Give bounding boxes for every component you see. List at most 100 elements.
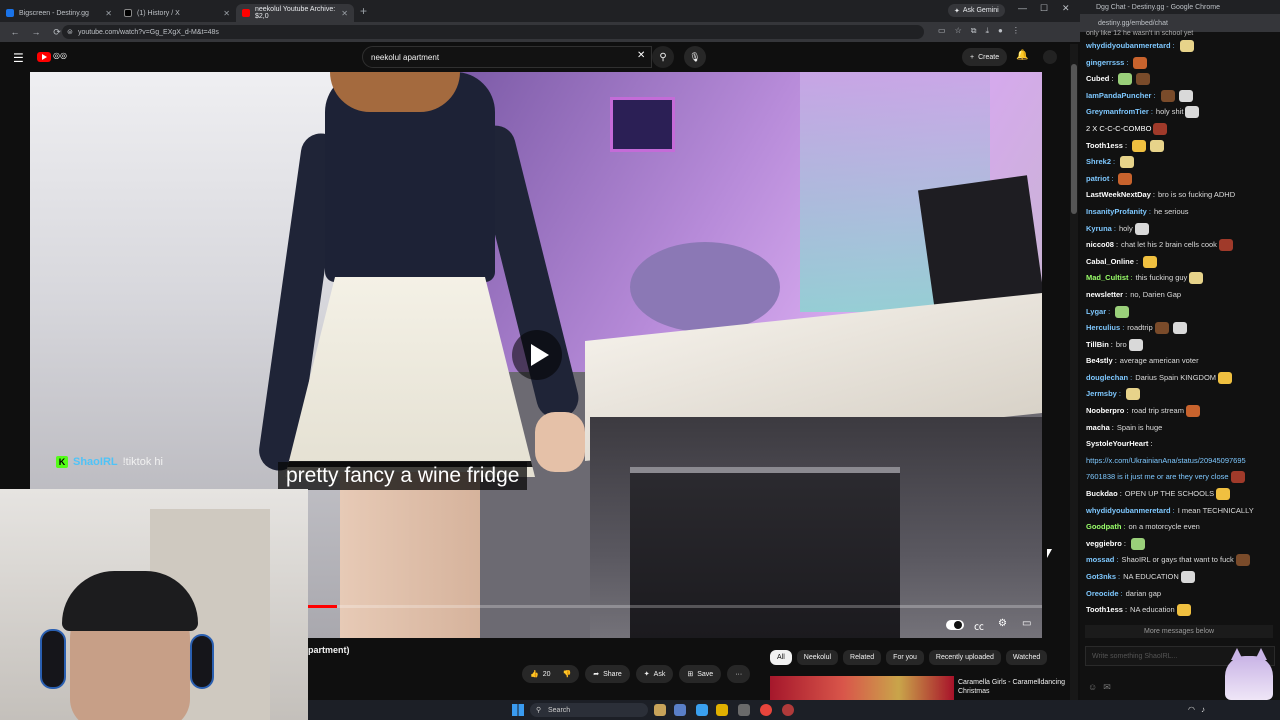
chat-username[interactable]: whydidyoubanmeretard (1086, 506, 1171, 515)
taskbar-app-icon[interactable] (654, 704, 666, 716)
chat-username[interactable]: Shrek2 (1086, 157, 1111, 166)
chat-username[interactable]: Kyruna (1086, 224, 1112, 233)
scrollbar-thumb[interactable] (1071, 64, 1077, 214)
chip-neekolul[interactable]: Neekolul (796, 650, 839, 665)
chat-username[interactable]: GreymanfromTier (1086, 107, 1149, 116)
profile-icon[interactable]: ● (998, 26, 1003, 36)
settings-gear-icon[interactable]: ⚙ (998, 618, 1007, 629)
url-field[interactable]: ⊜ youtube.com/watch?v=Gg_EXgX_d-M&t=48s (62, 25, 924, 39)
menu-kebab-icon[interactable]: ⋮ (1012, 26, 1020, 36)
chat-username[interactable]: Be4stly (1086, 356, 1113, 365)
windows-start-icon[interactable] (512, 704, 524, 716)
chat-username[interactable]: Buckdao (1086, 489, 1118, 498)
whisper-icon[interactable]: ✉ (1103, 682, 1111, 693)
extensions-icon[interactable]: ⧉ (971, 26, 977, 36)
ask-gemini-button[interactable]: ✦ Ask Gemini (948, 4, 1005, 17)
progress-bar[interactable] (308, 605, 1042, 608)
obs-icon[interactable] (782, 704, 794, 716)
close-tab-icon[interactable]: ✕ (341, 9, 348, 18)
search-query: neekolul apartment (371, 52, 440, 62)
edge-icon[interactable] (696, 704, 708, 716)
more-messages-button[interactable]: More messages below (1085, 625, 1273, 638)
close-tab-icon[interactable]: ✕ (223, 9, 230, 18)
chat-username[interactable]: Jermsby (1086, 389, 1117, 398)
recommendation-title[interactable]: Caramella Girls - Caramelldancing Christ… (958, 678, 1068, 696)
chat-username[interactable]: Mad_Cultist (1086, 273, 1129, 282)
chat-username[interactable]: macha (1086, 423, 1110, 432)
wifi-icon[interactable]: ◠ (1188, 705, 1195, 714)
chat-username[interactable]: Oreocide (1086, 589, 1119, 598)
site-info-icon[interactable]: ⊜ (67, 28, 73, 36)
chat-username[interactable]: Cubed (1086, 74, 1109, 83)
chip-watched[interactable]: Watched (1005, 650, 1048, 665)
chip-recently-uploaded[interactable]: Recently uploaded (928, 650, 1001, 665)
chat-username[interactable]: Tooth1ess (1086, 141, 1123, 150)
search-input[interactable]: neekolul apartment (362, 46, 652, 68)
chat-username[interactable]: Tooth1ess (1086, 605, 1123, 614)
downloads-icon[interactable]: ⤓ (985, 26, 989, 36)
close-tab-icon[interactable]: ✕ (105, 9, 112, 18)
tab-bigscreen[interactable]: Bigscreen - Destiny.gg ✕ (0, 4, 118, 22)
chip-all[interactable]: All (770, 650, 792, 665)
theater-mode-icon[interactable]: ▭ (1022, 618, 1031, 629)
like-dislike-button[interactable]: 👍 20 👎 (522, 665, 580, 683)
chat-username[interactable]: patriot (1086, 174, 1109, 183)
chat-username[interactable]: Herculius (1086, 323, 1120, 332)
new-tab-button[interactable]: + (360, 4, 367, 18)
tab-history-x[interactable]: (1) History / X ✕ (118, 4, 236, 22)
chat-username[interactable]: newsletter (1086, 290, 1123, 299)
notifications-bell-icon[interactable]: 🔔 (1016, 50, 1028, 61)
chat-username[interactable]: nicco08 (1086, 240, 1114, 249)
chat-text[interactable]: https://x.com/UkrainianAna/status/209450… (1086, 456, 1246, 465)
chat-username[interactable]: IamPandaPuncher (1086, 91, 1151, 100)
page-scrollbar[interactable] (1070, 44, 1078, 700)
recommendation-thumbnail[interactable] (770, 676, 954, 700)
back-arrow-icon[interactable]: ← (9, 27, 21, 37)
share-button[interactable]: ➦ Share (585, 665, 630, 683)
hamburger-menu-icon[interactable]: ☰ (13, 51, 24, 65)
subtitles-icon[interactable]: ㏄ (974, 618, 984, 633)
chat-username[interactable]: whydidyoubanmeretard (1086, 41, 1171, 50)
search-button[interactable]: ⚲ (652, 46, 674, 68)
chat-username[interactable]: veggiebro (1086, 539, 1122, 548)
chip-related[interactable]: Related (843, 650, 882, 665)
tab-youtube[interactable]: neekolul Youtube Archive: $2,0 ✕ (236, 4, 354, 22)
chat-username[interactable]: Goodpath (1086, 522, 1121, 531)
avatar[interactable] (1043, 50, 1057, 64)
forward-arrow-icon[interactable]: → (30, 27, 42, 37)
chat-username[interactable]: TillBin (1086, 340, 1109, 349)
chat-username[interactable]: Cabal_Online (1086, 257, 1134, 266)
cast-icon[interactable]: ▭ (938, 26, 946, 36)
save-button[interactable]: ⊞ Save (679, 665, 722, 683)
chat-username[interactable]: LastWeekNextDay (1086, 190, 1151, 199)
create-button[interactable]: + Create (962, 48, 1008, 66)
clear-search-icon[interactable]: ✕ (637, 50, 645, 61)
chat-username[interactable]: mossad (1086, 555, 1114, 564)
chrome-icon[interactable] (760, 704, 772, 716)
taskbar-search[interactable]: ⚲ Search (530, 703, 648, 717)
store-icon[interactable] (738, 704, 750, 716)
chat-username[interactable]: InsanityProfanity (1086, 207, 1147, 216)
thumbs-down-icon[interactable]: 👎 (563, 670, 572, 678)
ask-button[interactable]: ✦ Ask (635, 665, 674, 683)
task-view-icon[interactable] (674, 704, 686, 716)
file-explorer-icon[interactable] (716, 704, 728, 716)
chat-username[interactable]: Lygar (1086, 307, 1106, 316)
voice-search-button[interactable]: 🎙 (684, 46, 706, 68)
minimize-icon[interactable]: — (1018, 3, 1027, 13)
autoplay-toggle[interactable] (946, 620, 964, 630)
close-window-icon[interactable]: ✕ (1062, 3, 1070, 14)
chat-username[interactable]: SystoleYourHeart (1086, 439, 1148, 448)
more-actions-button[interactable]: ··· (727, 665, 751, 683)
maximize-icon[interactable]: ☐ (1040, 3, 1048, 14)
chat-username[interactable]: Nooberpro (1086, 406, 1124, 415)
volume-icon[interactable]: ♪ (1201, 705, 1205, 714)
chip-for-you[interactable]: For you (886, 650, 924, 665)
play-button[interactable] (512, 330, 562, 380)
youtube-logo-icon[interactable] (37, 52, 51, 62)
emote-picker-icon[interactable]: ☺ (1088, 682, 1097, 693)
chat-username[interactable]: douglechan (1086, 373, 1128, 382)
chat-username[interactable]: Got3nks (1086, 572, 1116, 581)
bookmark-star-icon[interactable]: ☆ (955, 26, 962, 36)
chat-username[interactable]: gingerrsss (1086, 58, 1124, 67)
